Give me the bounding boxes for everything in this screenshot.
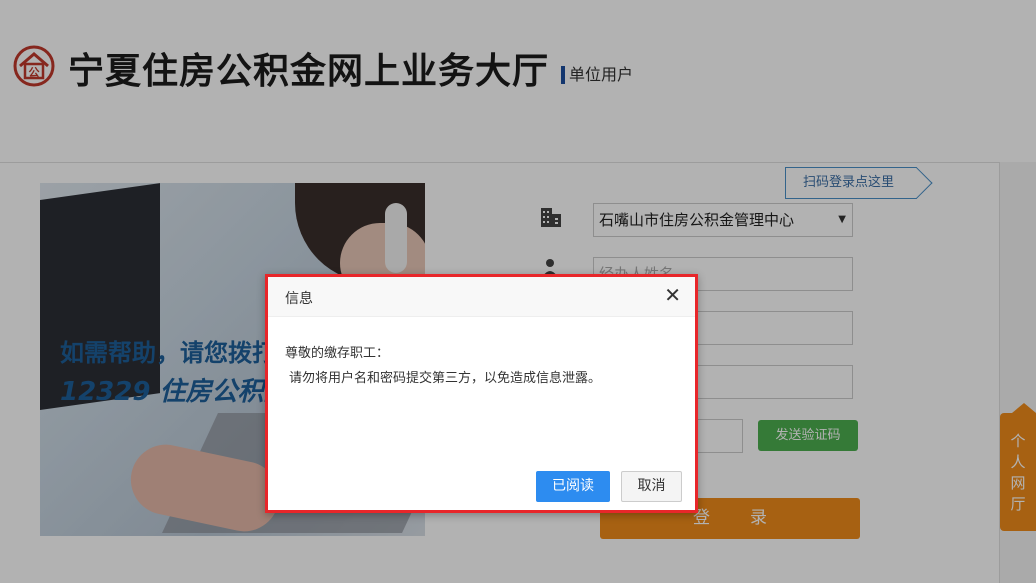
dialog-header: 信息 ✕ (268, 277, 695, 317)
dialog-message: 请勿将用户名和密码提交第三方，以免造成信息泄露。 (289, 371, 602, 386)
dialog-title: 信息 (285, 291, 313, 307)
dialog-greeting: 尊敬的缴存职工： (285, 346, 390, 361)
info-dialog: 信息 ✕ 尊敬的缴存职工： 请勿将用户名和密码提交第三方，以免造成信息泄露。 已… (265, 274, 698, 513)
close-icon[interactable]: ✕ (664, 285, 681, 305)
read-confirm-button[interactable]: 已阅读 (536, 471, 610, 502)
cancel-button[interactable]: 取消 (621, 471, 682, 502)
